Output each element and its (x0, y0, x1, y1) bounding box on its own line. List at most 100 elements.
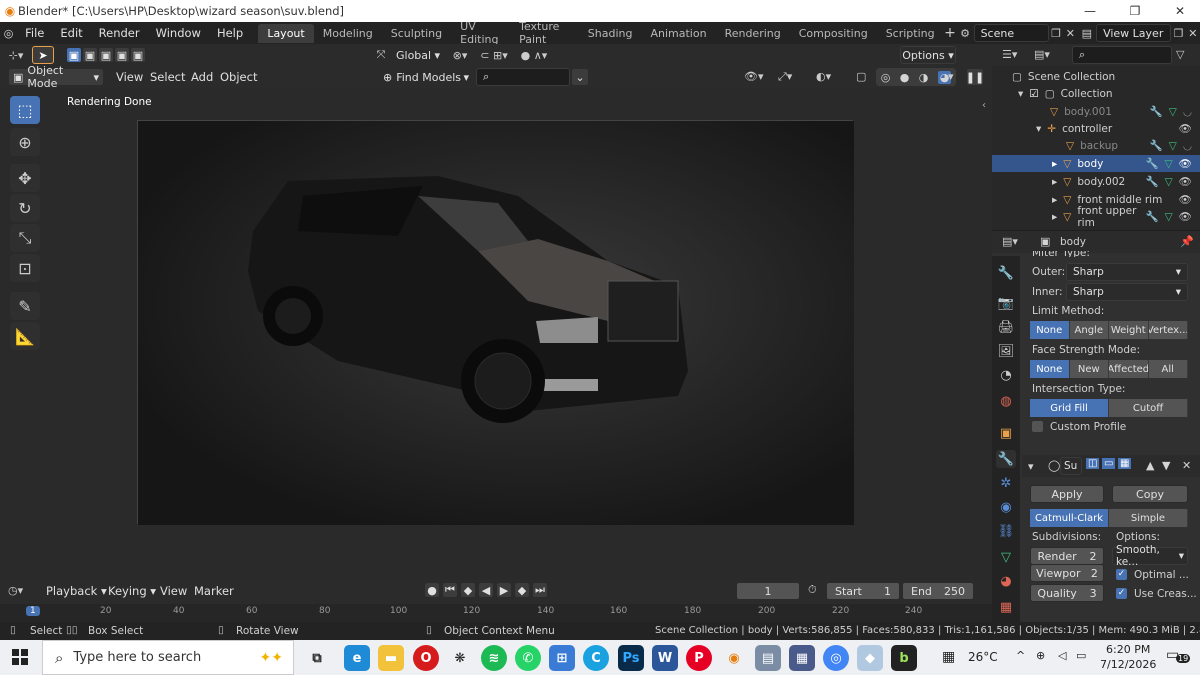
chrome-icon[interactable]: ◎ (823, 645, 849, 671)
move-up-icon[interactable]: ▲ (1146, 459, 1154, 472)
properties-editor-type-icon[interactable]: ▤▾ (1002, 235, 1018, 248)
start-frame-field[interactable]: Start 1 (826, 582, 900, 600)
view-layer-tab-icon[interactable]: 🖼 (996, 342, 1016, 360)
checkbox-icon[interactable]: ☑ (1029, 88, 1038, 100)
apply-button[interactable]: Apply (1030, 485, 1104, 503)
battery-icon[interactable]: ▭ (1076, 649, 1086, 662)
viewport-toggle-icon[interactable]: ▭ (1102, 458, 1116, 469)
find-models-button[interactable]: ⌄ (571, 68, 589, 86)
select-tool-button[interactable]: ➤ (32, 46, 54, 64)
tab-animation[interactable]: Animation (641, 24, 715, 43)
jump-keyframe-back-button[interactable]: ◆ (460, 582, 476, 598)
scene-tab-icon[interactable]: ◔ (996, 366, 1016, 384)
gizmo-icon[interactable]: ⤢▾ (778, 70, 792, 84)
word-icon[interactable]: W (652, 645, 678, 671)
visibility-icon[interactable]: 👁▾ (744, 70, 764, 83)
limit-method-none[interactable]: None (1030, 321, 1070, 339)
viewport-menu-object[interactable]: Object (212, 70, 265, 84)
app-icon-3[interactable]: ◆ (857, 645, 883, 671)
tab-layout[interactable]: Layout (258, 23, 314, 43)
object-mode-dropdown[interactable]: ▣ Object Mode ▾ (8, 64, 104, 90)
end-frame-field[interactable]: End 250 (902, 582, 974, 600)
opera-icon[interactable]: O (413, 645, 439, 671)
output-tab-icon[interactable]: 🖨 (996, 318, 1016, 336)
playhead[interactable]: 1 (26, 606, 40, 616)
add-workspace-icon[interactable]: + (944, 25, 957, 41)
tab-rendering[interactable]: Rendering (716, 24, 790, 43)
blender-taskbar-icon[interactable]: ◉ (721, 645, 747, 671)
new-view-layer-icon[interactable]: ❐ (1171, 27, 1185, 40)
tab-shading[interactable]: Shading (579, 24, 642, 43)
pin-icon[interactable]: 📌 (1180, 235, 1194, 248)
outliner-editor-type-icon[interactable]: ☰▾ (1002, 48, 1017, 61)
remove-modifier-icon[interactable]: ✕ (1182, 459, 1191, 472)
annotate-tool[interactable]: ✎ (10, 292, 40, 320)
material-shading-icon[interactable]: ◑ (919, 71, 929, 84)
weather-temperature[interactable]: 26°C (968, 650, 998, 664)
modifier-tab-icon[interactable]: 🔧 (996, 450, 1016, 468)
outliner-scene-collection[interactable]: ▢ Scene Collection (992, 68, 1200, 85)
view-layer-field[interactable]: View Layer (1096, 24, 1172, 42)
tab-sculpting[interactable]: Sculpting (382, 24, 451, 43)
current-frame-field[interactable]: 1 (736, 582, 800, 600)
face-strength-new[interactable]: New (1069, 360, 1109, 378)
overlays-icon[interactable]: ◐▾ (816, 70, 831, 83)
wireframe-shading-icon[interactable]: ◎ (881, 71, 891, 84)
taskbar-search-input[interactable]: ⌕ Type here to search ✦✦ (42, 640, 294, 675)
pivot-icon[interactable]: ⊗▾ (446, 49, 474, 62)
app-icon-2[interactable]: ▦ (789, 645, 815, 671)
minimize-button[interactable]: — (1070, 0, 1110, 22)
inner-dropdown[interactable]: Sharp ▾ (1066, 283, 1188, 301)
timeline-menu-marker[interactable]: Marker (186, 584, 242, 598)
proportional-edit-icon[interactable]: ● ∧▾ (514, 49, 554, 62)
tab-modeling[interactable]: Modeling (314, 24, 382, 43)
render-levels-field[interactable]: Render 2 (1030, 547, 1104, 565)
pinterest-icon[interactable]: P (686, 645, 712, 671)
jump-start-button[interactable]: ⏮ (442, 582, 458, 598)
chatgpt-icon[interactable]: ❋ (447, 645, 473, 671)
constraints-tab-icon[interactable]: ⛓ (996, 522, 1016, 540)
scale-tool[interactable]: ⤡ (10, 224, 40, 252)
visibility-eye-icon[interactable]: 👁 (1179, 175, 1192, 188)
collapse-sidebar-icon[interactable]: ‹ (982, 100, 986, 111)
visibility-eye-icon[interactable]: 👁 (1179, 122, 1192, 135)
modifier-name-field[interactable]: Su (1060, 457, 1082, 475)
weather-icon[interactable]: ▦ (942, 649, 955, 665)
close-button[interactable]: ✕ (1160, 0, 1200, 22)
render-tab-icon[interactable]: 📷 (996, 294, 1016, 312)
optimal-display-checkbox[interactable]: ✓ (1116, 569, 1127, 580)
photoshop-icon[interactable]: Ps (618, 645, 644, 671)
network-icon[interactable]: ⊕ (1036, 649, 1045, 662)
select-mode-intersect-button[interactable]: ▣ (130, 47, 146, 63)
world-tab-icon[interactable]: ◍ (996, 392, 1016, 410)
physics-tab-icon[interactable]: ◉ (996, 498, 1016, 516)
custom-profile-checkbox[interactable] (1032, 421, 1043, 432)
menu-help[interactable]: Help (209, 26, 251, 40)
visibility-eye-icon[interactable]: 👁 (1179, 157, 1192, 170)
editor-type-icon[interactable]: ⊹▾ (0, 49, 32, 62)
clock-date[interactable]: 7/12/2026 (1100, 658, 1156, 671)
edge-icon[interactable]: e (344, 645, 370, 671)
task-view-icon[interactable]: ⧉ (304, 645, 330, 671)
select-mode-subtract-button[interactable]: ▣ (98, 47, 114, 63)
face-strength-all[interactable]: All (1148, 360, 1188, 378)
find-models-dropdown[interactable]: ⊕ Find Models ▾ (378, 68, 474, 86)
visibility-eye-icon[interactable]: 👁 (1179, 193, 1192, 206)
spotify-icon[interactable]: ≋ (481, 645, 507, 671)
store-icon[interactable]: ⊞ (549, 645, 575, 671)
limit-method-vertex[interactable]: Vertex... (1148, 321, 1188, 339)
intersection-cutoff[interactable]: Cutoff (1109, 399, 1188, 417)
select-mode-invert-button[interactable]: ▣ (114, 47, 130, 63)
select-mode-new-button[interactable]: ▣ (66, 47, 82, 63)
limit-method-weight[interactable]: Weight (1109, 321, 1149, 339)
collapse-arrow-icon[interactable]: ▾ (1028, 460, 1034, 473)
transform-tool[interactable]: ⊡ (10, 254, 40, 282)
face-strength-affected[interactable]: Affected (1109, 360, 1149, 378)
face-strength-none[interactable]: None (1030, 360, 1070, 378)
outliner-item-front-upper-rim[interactable]: ▸ ▽ front upper rim 🔧 ▽ 👁 (992, 205, 1200, 229)
visibility-eye-icon[interactable]: 👁 (1179, 210, 1192, 223)
cursor-tool[interactable]: ⊕ (10, 128, 40, 156)
outliner-item-body[interactable]: ▸ ▽ body 🔧 ▽ 👁 (992, 155, 1200, 172)
uv-smooth-dropdown[interactable]: Smooth, ke... ▾ (1112, 544, 1188, 568)
hidden-icon[interactable]: ◡ (1183, 106, 1192, 118)
